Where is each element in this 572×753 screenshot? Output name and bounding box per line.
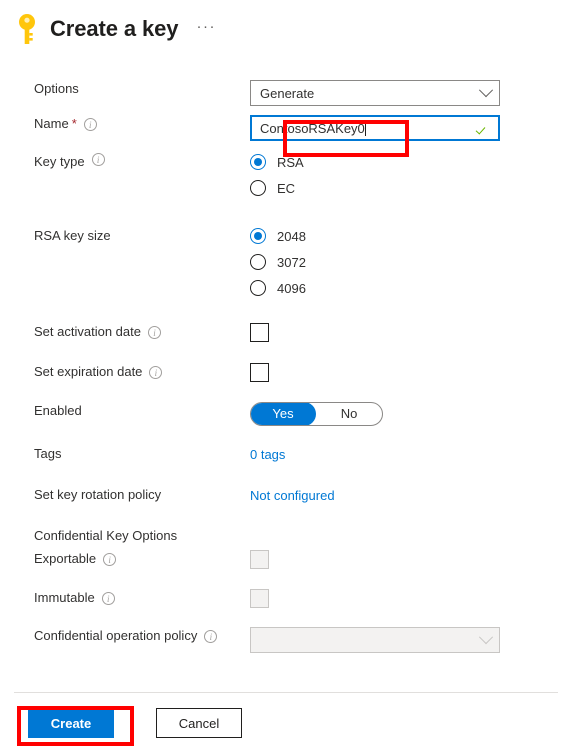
radio-option-4096[interactable]: 4096 [250, 275, 544, 301]
chevron-down-icon [478, 83, 494, 98]
confidential-key-options-heading: Confidential Key Options [34, 528, 178, 543]
name-input-value: ContosoRSAKey0 [260, 120, 365, 136]
immutable-checkbox [250, 589, 269, 608]
field-row-confidential-operation-policy: Confidential operation policy i [0, 627, 572, 653]
key-icon [14, 12, 40, 46]
exportable-checkbox [250, 550, 269, 569]
valid-check-icon [477, 122, 490, 135]
dialog-footer: Create Cancel [0, 708, 242, 738]
enabled-toggle-yes[interactable]: Yes [251, 403, 316, 425]
label-set-expiration-date-text: Set expiration date [34, 364, 143, 379]
required-marker: * [71, 116, 77, 131]
enabled-toggle-no[interactable]: No [316, 403, 382, 425]
label-immutable-text: Immutable [34, 590, 95, 605]
radio-option-3072[interactable]: 3072 [250, 249, 544, 275]
label-rsa-key-size: RSA key size [0, 223, 250, 245]
page-title: Create a key [50, 16, 179, 41]
more-menu-icon[interactable]: ··· [196, 19, 216, 34]
info-icon-set-activation-date[interactable]: i [147, 325, 161, 339]
label-key-rotation-policy-text: Set key rotation policy [34, 487, 162, 502]
key-rotation-policy-link[interactable]: Not configured [250, 488, 335, 503]
field-row-set-expiration-date: Set expiration date i [0, 363, 572, 383]
radio-ec-label: EC [277, 180, 296, 196]
label-set-expiration-date: Set expiration date i [0, 363, 250, 381]
radio-rsa-label: RSA [277, 154, 304, 170]
label-immutable: Immutable i [0, 589, 250, 607]
label-confidential-operation-policy-text: Confidential operation policy [34, 628, 198, 643]
set-activation-date-checkbox[interactable] [250, 323, 269, 342]
field-row-tags: Tags 0 tags [0, 445, 572, 465]
confidential-operation-policy-dropdown [250, 627, 500, 653]
radio-4096-label: 4096 [277, 280, 306, 296]
field-row-exportable: Exportable i [0, 550, 572, 570]
create-key-form: Options Generate Name * i ContosoRSAKey0… [0, 48, 572, 653]
footer-divider [14, 692, 558, 693]
field-row-options: Options Generate [0, 80, 572, 106]
label-exportable: Exportable i [0, 550, 250, 568]
info-icon-confidential-operation-policy[interactable]: i [204, 629, 218, 643]
create-button[interactable]: Create [28, 708, 114, 738]
field-row-key-rotation-policy: Set key rotation policy Not configured [0, 486, 572, 506]
radio-option-2048[interactable]: 2048 [250, 223, 544, 249]
text-caret [364, 120, 366, 136]
label-exportable-text: Exportable [34, 551, 97, 566]
label-key-type: Key type i [0, 149, 250, 171]
label-name: Name * i [0, 115, 250, 133]
radio-3072-label: 3072 [277, 254, 306, 270]
label-set-activation-date: Set activation date i [0, 323, 250, 341]
label-options-text: Options [34, 81, 79, 96]
name-input[interactable]: ContosoRSAKey0 [250, 115, 500, 141]
field-row-enabled: Enabled Yes No [0, 402, 572, 426]
label-enabled: Enabled [0, 402, 250, 420]
radio-2048-indicator [250, 228, 266, 244]
label-tags: Tags [0, 445, 250, 463]
label-tags-text: Tags [34, 446, 62, 461]
label-rsa-key-size-text: RSA key size [34, 228, 111, 243]
label-key-rotation-policy: Set key rotation policy [0, 486, 250, 504]
field-row-key-type: Key type i RSA EC [0, 149, 572, 201]
field-row-immutable: Immutable i [0, 589, 572, 609]
info-icon-exportable[interactable]: i [103, 552, 117, 566]
field-row-rsa-key-size: RSA key size 2048 3072 4096 [0, 223, 572, 301]
info-icon-key-type[interactable]: i [91, 153, 105, 166]
label-options: Options [0, 80, 250, 98]
options-dropdown-value: Generate [260, 85, 315, 101]
dialog-header: Create a key ··· [0, 0, 572, 48]
info-icon-name[interactable]: i [83, 117, 97, 131]
options-dropdown[interactable]: Generate [250, 80, 500, 106]
radio-4096-indicator [250, 280, 266, 296]
label-name-text: Name [34, 116, 69, 131]
field-row-set-activation-date: Set activation date i [0, 323, 572, 343]
rsa-key-size-radio-group: 2048 3072 4096 [250, 223, 544, 301]
info-icon-immutable[interactable]: i [101, 591, 115, 605]
key-type-radio-group: RSA EC [250, 149, 544, 201]
field-row-name: Name * i ContosoRSAKey0 [0, 115, 572, 141]
label-set-activation-date-text: Set activation date [34, 324, 141, 339]
radio-2048-label: 2048 [277, 228, 306, 244]
label-enabled-text: Enabled [34, 403, 82, 418]
radio-ec-indicator [250, 180, 266, 196]
tags-link[interactable]: 0 tags [250, 447, 285, 462]
set-expiration-date-checkbox[interactable] [250, 363, 269, 382]
chevron-down-icon-disabled [478, 630, 494, 645]
info-icon-set-expiration-date[interactable]: i [149, 365, 163, 379]
radio-option-rsa[interactable]: RSA [250, 149, 544, 175]
radio-3072-indicator [250, 254, 266, 270]
label-key-type-text: Key type [34, 154, 85, 169]
radio-rsa-indicator [250, 154, 266, 170]
cancel-button[interactable]: Cancel [156, 708, 242, 738]
enabled-toggle[interactable]: Yes No [250, 402, 383, 426]
radio-option-ec[interactable]: EC [250, 175, 544, 201]
label-confidential-operation-policy: Confidential operation policy i [0, 627, 250, 645]
